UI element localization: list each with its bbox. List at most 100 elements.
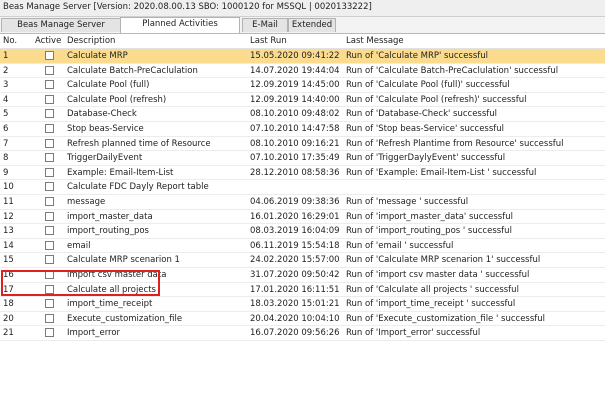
row-last-run: 12.09.2019 14:45:00: [250, 80, 340, 91]
table-row[interactable]: 10 Calculate FDC Dayly Report table: [0, 180, 605, 195]
row-last-run: 15.05.2020 09:41:22: [250, 51, 340, 61]
active-checkbox[interactable]: [45, 299, 54, 309]
row-number: 9: [3, 167, 9, 178]
table-row[interactable]: 12 import_master_data 16.01.2020 16:29:01 R…: [0, 210, 605, 225]
active-checkbox[interactable]: [45, 270, 54, 279]
table-row[interactable]: 21 Import_error 16.07.2020 09:56:26 Run of …: [0, 326, 605, 341]
row-last-message: Run of 'Database-Check' successful: [346, 109, 498, 120]
active-checkbox[interactable]: [45, 328, 54, 338]
row-last-run: 06.11.2019 15:54:18: [250, 240, 340, 251]
header-active[interactable]: Active: [35, 36, 61, 46]
active-checkbox[interactable]: [45, 284, 54, 294]
active-checkbox[interactable]: [45, 167, 54, 177]
active-checkbox[interactable]: [45, 197, 54, 206]
row-last-run: 12.09.2019 14:40:00: [250, 94, 340, 105]
row-number: 14: [3, 240, 14, 251]
table-row[interactable]: 11 message 04.06.2019 09:38:36 Run of 'mess…: [0, 195, 605, 210]
table-row[interactable]: 20 Execute_customization_file 20.04.2020 1…: [0, 312, 605, 327]
table-row[interactable]: 18 import_time_receipt 18.03.2020 15:01:21…: [0, 297, 605, 312]
active-checkbox[interactable]: [45, 109, 54, 119]
row-description: Calculate all projects: [67, 284, 156, 295]
tab-email[interactable]: E-Mail: [242, 18, 288, 32]
table-row[interactable]: 3 Calculate Pool (full) 12.09.2019 14:45:0…: [0, 78, 605, 93]
row-description: Refresh planned time of Resource: [67, 138, 211, 149]
row-number: 4: [3, 94, 9, 105]
row-last-message: Run of 'Calculate Pool (refresh)' succes…: [346, 94, 527, 105]
active-checkbox[interactable]: [45, 94, 54, 104]
row-last-run: 07.10.2010 17:35:49: [250, 153, 340, 164]
row-description: import_routing_pos: [67, 226, 149, 237]
row-description: Calculate MRP: [67, 51, 128, 61]
table-row[interactable]: 16 import csv master data 31.07.2020 09:50…: [0, 268, 605, 283]
row-last-message: Run of 'Calculate MRP' successful: [346, 51, 489, 61]
row-number: 8: [3, 153, 9, 164]
row-number: 18: [3, 299, 14, 310]
active-checkbox[interactable]: [45, 80, 54, 90]
table-row[interactable]: 13 import_routing_pos 08.03.2019 16:04:09 R…: [0, 224, 605, 239]
row-description: Import_error: [67, 328, 121, 339]
row-last-run: 24.02.2020 15:57:00: [250, 255, 340, 266]
row-number: 15: [3, 255, 14, 266]
row-last-run: 28.12.2010 08:58:36: [250, 167, 340, 178]
row-last-run: 08.03.2019 16:04:09: [250, 226, 340, 237]
active-checkbox[interactable]: [45, 124, 54, 133]
row-last-message: Run of 'Calculate all projects ' success…: [346, 284, 519, 295]
row-last-message: Run of 'TriggerDaylyEvent' successful: [346, 153, 506, 164]
window-titlebar: Beas Manage Server [Version: 2020.08.00.…: [0, 0, 605, 17]
active-checkbox[interactable]: [45, 211, 54, 221]
table-row[interactable]: 1 Calculate MRP 15.05.2020 09:41:22 Run of …: [0, 49, 605, 64]
row-last-message: Run of 'Stop beas-Service' successful: [346, 124, 505, 134]
header-description[interactable]: Description: [67, 36, 115, 46]
row-description: import_master_data: [67, 211, 153, 222]
row-last-message: Run of 'import csv master data ' success…: [346, 270, 530, 280]
table-row[interactable]: 15 Calculate MRP scenarion 1 24.02.2020 15…: [0, 253, 605, 268]
table-row[interactable]: 6 Stop beas-Service 07.10.2010 14:47:58 Run…: [0, 122, 605, 137]
active-checkbox[interactable]: [45, 51, 54, 60]
active-checkbox[interactable]: [45, 240, 54, 250]
table-row[interactable]: 4 Calculate Pool (refresh) 12.09.2019 14:4…: [0, 93, 605, 108]
active-checkbox[interactable]: [45, 313, 54, 323]
header-last-message[interactable]: Last Message: [346, 36, 404, 46]
row-last-run: 08.10.2010 09:48:02: [250, 109, 340, 120]
row-number: 10: [3, 182, 14, 193]
row-number: 3: [3, 80, 9, 91]
row-last-message: Run of 'email ' successful: [346, 240, 454, 251]
row-last-message: Run of 'Execute_customization_file ' suc…: [346, 313, 546, 324]
row-last-message: Run of 'import_routing_pos ' successful: [346, 226, 512, 237]
row-last-message: Run of 'Example: Email-Item-List ' succe…: [346, 167, 537, 178]
row-last-message: Run of 'Refresh Plantime from Resource' …: [346, 138, 564, 149]
table-row[interactable]: 2 Calculate Batch-PreCaclulation 14.07.202…: [0, 64, 605, 79]
row-last-message: Run of 'Calculate MRP scenarion 1' succe…: [346, 255, 541, 266]
row-description: Example: Email-Item-List: [67, 167, 174, 178]
row-description: message: [67, 197, 106, 207]
active-checkbox[interactable]: [45, 138, 54, 148]
active-checkbox[interactable]: [45, 65, 54, 75]
table-row[interactable]: 8 TriggerDailyEvent 07.10.2010 17:35:49 Run…: [0, 151, 605, 166]
active-checkbox[interactable]: [45, 226, 54, 236]
row-description: import_time_receipt: [67, 299, 153, 310]
tab-beas-manage-server[interactable]: Beas Manage Server: [1, 18, 121, 32]
row-number: 7: [3, 138, 9, 149]
row-last-run: 07.10.2010 14:47:58: [250, 124, 340, 134]
active-checkbox[interactable]: [45, 182, 54, 192]
header-no[interactable]: No.: [3, 36, 17, 46]
table-row[interactable]: 5 Database-Check 08.10.2010 09:48:02 Run of…: [0, 107, 605, 122]
row-last-run: 18.03.2020 15:01:21: [250, 299, 340, 310]
table-row[interactable]: 7 Refresh planned time of Resource 08.10.2…: [0, 137, 605, 152]
tab-extended[interactable]: Extended: [288, 18, 336, 32]
active-checkbox[interactable]: [45, 255, 54, 265]
active-checkbox[interactable]: [45, 153, 54, 163]
row-number: 6: [3, 124, 9, 134]
grid-header: No. Active Description Last Run Last Mes…: [0, 34, 605, 49]
tab-bar: Beas Manage Server Planned Activities E-…: [0, 17, 605, 34]
row-last-run: 20.04.2020 10:04:10: [250, 313, 340, 324]
table-row[interactable]: 14 email 06.11.2019 15:54:18 Run of 'email …: [0, 239, 605, 254]
row-last-message: Run of 'import_time_receipt ' successful: [346, 299, 516, 310]
row-description: TriggerDailyEvent: [67, 153, 143, 164]
row-last-run: 04.06.2019 09:38:36: [250, 197, 340, 207]
header-last-run[interactable]: Last Run: [250, 36, 287, 46]
row-last-message: Run of 'Calculate Pool (full)' successfu…: [346, 80, 510, 91]
table-row[interactable]: 9 Example: Email-Item-List 28.12.2010 08:5…: [0, 166, 605, 181]
table-row[interactable]: 17 Calculate all projects 17.01.2020 16:11…: [0, 283, 605, 298]
tab-planned-activities[interactable]: Planned Activities: [120, 17, 240, 33]
